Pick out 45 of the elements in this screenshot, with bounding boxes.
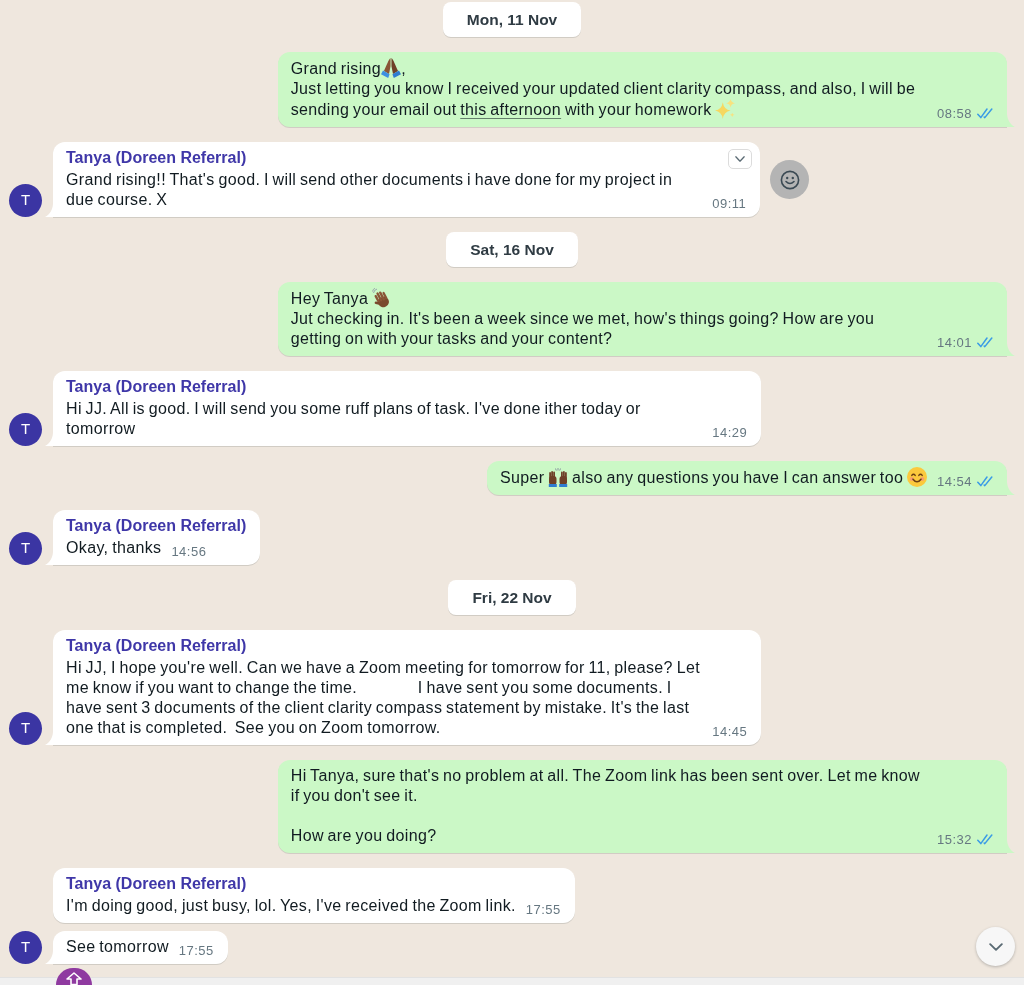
message-text: Okay, thanks bbox=[66, 538, 162, 558]
message-text: Grand rising , Just letting you know I received your updated client clarity compass, and also, I will be sending your email out this afternoon with your homework bbox=[290, 58, 917, 120]
sender-name: Tanya (Doreen Referral) bbox=[66, 636, 247, 655]
message-time: 17:55 bbox=[178, 943, 214, 958]
message-text: Grand rising!! That's good. I will send other documents i have done for my project in due course. X bbox=[66, 170, 674, 210]
message-text: See tomorrow bbox=[66, 937, 169, 957]
message-time: 14:29 bbox=[712, 425, 748, 440]
avatar-initial: T bbox=[9, 413, 42, 446]
message-text: Super also any questions you have I can answer too bbox=[499, 467, 927, 488]
waving-hand-icon bbox=[372, 288, 392, 308]
avatar-initial: T bbox=[9, 184, 42, 217]
chevron-down-icon bbox=[735, 156, 746, 162]
raised-hands-icon bbox=[548, 467, 569, 487]
avatar-initial: T bbox=[9, 712, 42, 745]
message-text: Hi Tanya, sure that's no problem at all. The Zoom link has been sent over. Let me know if you don't see it. How are you doing? bbox=[290, 766, 921, 846]
sender-name: Tanya (Doreen Referral) bbox=[66, 148, 247, 167]
message-time: 14:56 bbox=[171, 544, 207, 559]
up-arrow-icon bbox=[66, 972, 82, 985]
message-text: Hi JJ, I hope you're well. Can we have a Zoom meeting for tomorrow for 11, please? Let me know if you want to change the time. I have sent you some documents. I have sent 3 documents of the client clarity compass statement by mistake. It's the last one that is completed. See you on Zoom tomorrow. bbox=[66, 658, 701, 738]
message-time: 14:54 bbox=[936, 474, 972, 489]
message-time: 17:55 bbox=[525, 902, 561, 917]
date-link[interactable]: this afternoon bbox=[460, 101, 562, 118]
message-time: 08:58 bbox=[936, 106, 972, 121]
scroll-down-button[interactable] bbox=[976, 927, 1015, 966]
message-time: 15:32 bbox=[936, 832, 972, 847]
message-time: 09:11 bbox=[712, 196, 747, 211]
message-text: Hey Tanya Jut checking in. It's been a week since we met, how's things going? How are you getting on with your tasks and your content? bbox=[290, 288, 876, 349]
sender-name: Tanya (Doreen Referral) bbox=[66, 874, 247, 893]
date-separator: Mon, 11 Nov bbox=[442, 2, 582, 37]
sender-name: Tanya (Doreen Referral) bbox=[66, 516, 247, 535]
message-time: 14:01 bbox=[936, 335, 972, 350]
date-separator: Fri, 22 Nov bbox=[448, 580, 576, 615]
smiling-face-icon bbox=[906, 467, 927, 487]
date-separator: Sat, 16 Nov bbox=[446, 232, 578, 267]
reaction-button[interactable] bbox=[770, 160, 810, 199]
sender-name: Tanya (Doreen Referral) bbox=[66, 377, 247, 396]
message-time: 14:45 bbox=[712, 724, 748, 739]
avatar-initial: T bbox=[9, 532, 42, 565]
message-text: I'm doing good, just busy, lol. Yes, I've received the Zoom link. bbox=[66, 896, 516, 916]
message-text: Hi JJ. All is good. I will send you some ruff plans of task. I've done ither today or tomorrow bbox=[66, 399, 642, 439]
sparkles-icon bbox=[715, 99, 736, 119]
avatar-initial: T bbox=[9, 931, 42, 964]
chevron-down-icon bbox=[988, 942, 1003, 951]
praying-hands-icon bbox=[381, 58, 402, 78]
smiley-icon bbox=[779, 169, 800, 190]
